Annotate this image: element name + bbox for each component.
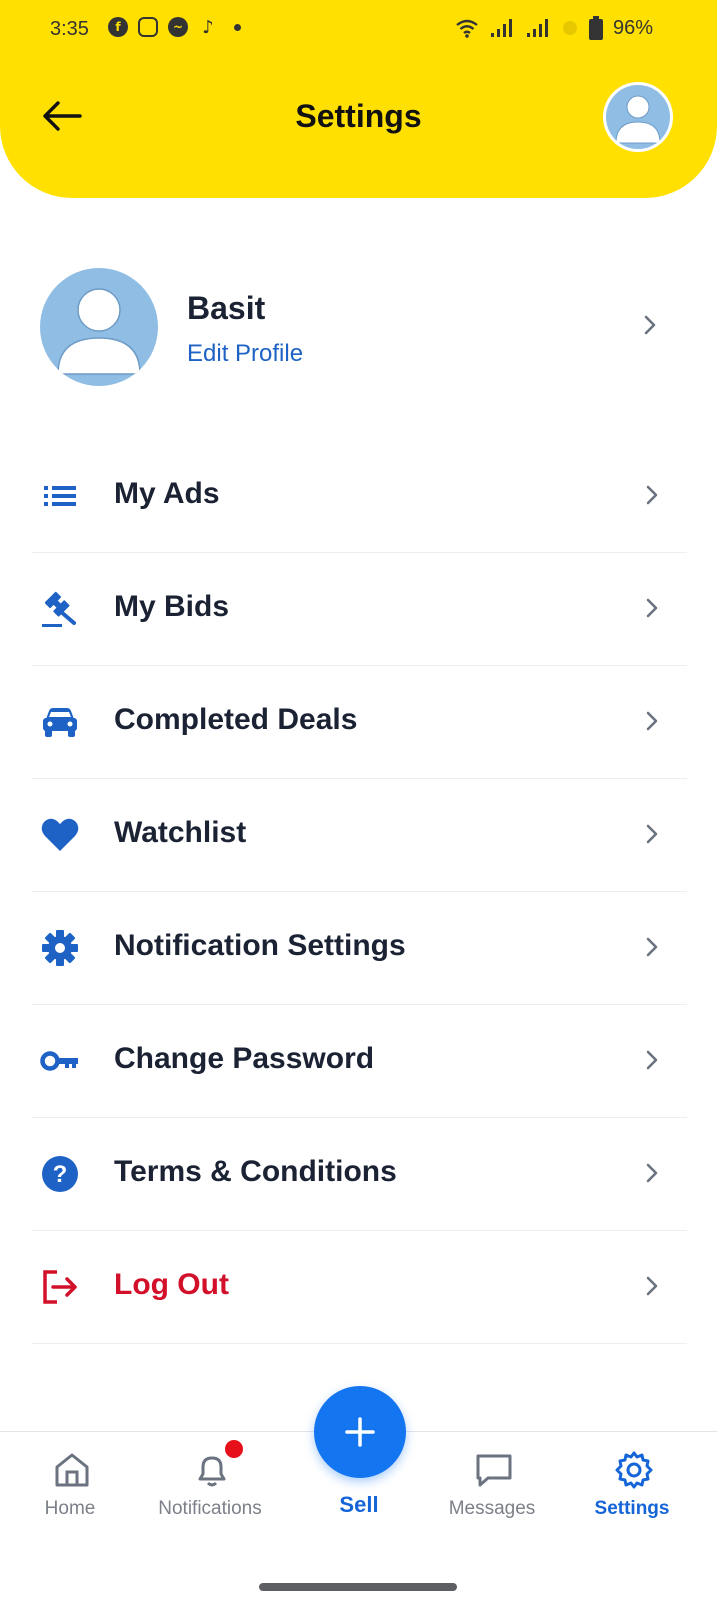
menu-item-notification-settings[interactable]: Notification Settings <box>32 892 687 1005</box>
avatar-icon <box>57 288 141 375</box>
chevron-right-icon <box>646 824 658 844</box>
profile-name: Basit <box>187 290 266 326</box>
chevron-right-icon <box>646 1163 658 1183</box>
hotspot-icon <box>562 21 577 35</box>
heart-icon <box>40 815 80 855</box>
menu-item-label: Log Out <box>114 1268 229 1301</box>
status-time: 3:35 <box>50 18 89 40</box>
chevron-right-icon <box>646 1050 658 1070</box>
menu-item-my-bids[interactable]: My Bids <box>32 553 687 666</box>
sell-label[interactable]: Sell <box>299 1492 419 1518</box>
app-header: 3:35 f ~ ♪ 96% Settings <box>0 0 717 198</box>
menu-item-label: Change Password <box>114 1042 375 1075</box>
menu-item-label: My Bids <box>114 590 230 623</box>
menu-item-label: Terms & Conditions <box>114 1155 397 1188</box>
key-icon <box>40 1041 80 1081</box>
gavel-icon <box>40 589 80 629</box>
settings-menu: My Ads My Bids Completed Deals Watchlist… <box>32 440 687 1344</box>
menu-item-label: Notification Settings <box>114 929 406 962</box>
menu-item-log-out[interactable]: Log Out <box>32 1231 687 1344</box>
instagram-icon <box>138 17 158 37</box>
home-icon <box>55 1453 89 1487</box>
plus-icon <box>345 1417 375 1447</box>
messenger-icon: ~ <box>168 17 188 37</box>
status-app-icons: f ~ ♪ <box>108 16 241 38</box>
chevron-right-icon <box>646 711 658 731</box>
status-bar: 3:35 f ~ ♪ 96% <box>0 0 717 60</box>
menu-item-completed-deals[interactable]: Completed Deals <box>32 666 687 779</box>
chevron-right-icon <box>646 937 658 957</box>
chevron-right-icon <box>646 485 658 505</box>
svg-text:?: ? <box>53 1161 68 1188</box>
nav-label: Settings <box>594 1498 670 1519</box>
gear-icon <box>615 1451 653 1489</box>
battery-icon <box>588 16 603 40</box>
car-icon <box>40 702 80 742</box>
menu-item-terms[interactable]: ? Terms & Conditions <box>32 1118 687 1231</box>
menu-item-watchlist[interactable]: Watchlist <box>32 779 687 892</box>
chat-icon <box>476 1454 512 1487</box>
bell-icon <box>198 1456 226 1487</box>
nav-item-notifications[interactable]: Notifications <box>145 1432 275 1542</box>
tiktok-icon: ♪ <box>202 16 214 38</box>
wifi-icon <box>456 19 478 38</box>
chevron-right-icon <box>646 1276 658 1296</box>
logout-icon <box>40 1267 80 1307</box>
profile-avatar <box>40 268 158 386</box>
nav-label: Home <box>44 1498 96 1519</box>
more-notifications-icon <box>234 23 241 31</box>
edit-profile-link[interactable]: Edit Profile <box>187 340 303 368</box>
gear-icon <box>40 928 80 968</box>
status-indicators: 96% <box>455 16 653 40</box>
avatar-icon <box>615 95 661 144</box>
nav-label: Notifications <box>158 1498 262 1519</box>
nav-item-home[interactable]: Home <box>5 1432 135 1542</box>
chevron-right-icon <box>644 315 656 335</box>
menu-item-change-password[interactable]: Change Password <box>32 1005 687 1118</box>
signal-icon <box>490 19 512 37</box>
nav-label: Messages <box>448 1498 536 1519</box>
menu-item-label: Watchlist <box>114 816 247 849</box>
chevron-right-icon <box>646 598 658 618</box>
profile-row[interactable]: Basit Edit Profile <box>0 268 717 388</box>
question-icon: ? <box>40 1154 80 1194</box>
header-avatar[interactable] <box>603 82 673 152</box>
menu-item-my-ads[interactable]: My Ads <box>32 440 687 553</box>
menu-item-label: Completed Deals <box>114 703 358 736</box>
nav-item-messages[interactable]: Messages <box>427 1432 557 1542</box>
sell-button[interactable] <box>314 1386 406 1478</box>
menu-item-label: My Ads <box>114 477 220 510</box>
battery-percent: 96% <box>612 16 653 39</box>
notification-badge <box>225 1440 243 1458</box>
list-icon <box>40 476 80 516</box>
nav-item-settings[interactable]: Settings <box>567 1432 697 1542</box>
signal-icon-2 <box>526 19 548 37</box>
home-indicator[interactable] <box>259 1583 457 1591</box>
facebook-icon: f <box>108 17 128 37</box>
